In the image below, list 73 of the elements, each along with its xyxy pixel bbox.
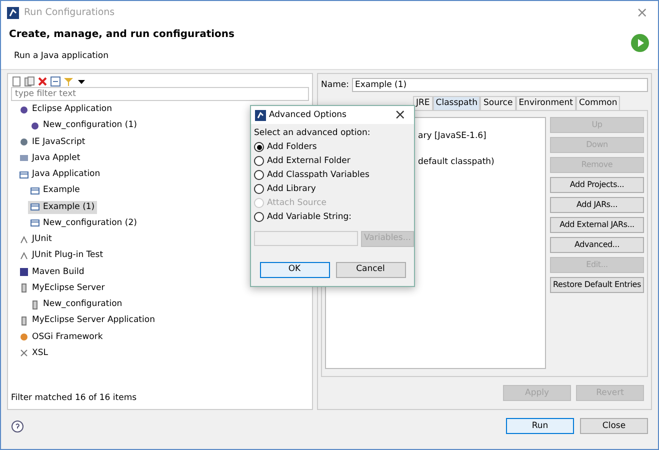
run-icon [255,110,266,120]
server-icon [30,300,40,310]
radio-option[interactable]: Add Variable String: [254,210,411,224]
radio-button[interactable] [254,212,264,222]
close-button[interactable]: × [632,6,652,20]
tree-item[interactable]: Example [28,184,82,198]
side-button[interactable]: Add JARs... [550,197,644,213]
tree-item[interactable]: Java Applet [17,152,82,165]
dialog-title: Advanced Options [269,108,346,122]
server-icon [19,316,29,326]
side-button[interactable]: Restore Default Entries [550,277,644,293]
window-icon [30,218,40,228]
radio-button[interactable] [254,170,264,180]
close-button[interactable]: Close [580,418,648,434]
name-field[interactable]: Example (1) [352,78,648,92]
close-button[interactable]: × [390,108,410,122]
header-subtitle: Run a Java application [14,50,110,63]
server-icon [19,283,29,294]
window-icon [30,202,40,212]
maven-icon [19,267,29,277]
classpath-entry[interactable]: default classpath) [418,156,545,182]
ok-button[interactable]: OK [260,262,330,278]
tree-item[interactable]: JUnit [17,233,54,246]
tab[interactable]: Environment [516,96,576,110]
dot-icon [19,104,29,114]
tree-item[interactable]: Java Application [17,168,102,181]
tab[interactable]: Source [480,96,516,110]
duplicate-icon[interactable] [24,76,35,86]
tree-item[interactable]: OSGi Framework [17,330,105,344]
header-title: Create, manage, and run configurations [9,28,234,42]
classpath-entry[interactable]: ary [JavaSE-1.6] [418,130,545,156]
window-icon [30,186,40,196]
dialog-prompt: Select an advanced option: [254,127,372,140]
name-label: Name: [321,78,349,92]
new-icon[interactable] [11,76,22,86]
radio-option[interactable]: Add Library [254,182,411,196]
run-button[interactable]: Run [506,418,574,434]
dot-icon [30,120,40,131]
tree-item[interactable]: JUnit Plug-in Test [17,249,106,262]
tree-item[interactable]: New_configuration [28,298,124,311]
tree-item[interactable]: MyEclipse Server [17,282,107,295]
tree-item[interactable]: Example (1) [28,200,97,214]
filter-field[interactable]: type filter text [11,87,309,101]
radio-option[interactable]: Add Classpath Variables [254,168,411,182]
play-icon [630,33,650,53]
tree-item[interactable]: New_configuration (1) [28,119,139,132]
side-button[interactable]: Add Projects... [550,177,644,193]
cancel-button[interactable]: Cancel [336,262,406,278]
tab[interactable]: JRE [413,96,433,110]
tree-item[interactable]: IE JavaScript [17,136,88,148]
window-title: Run Configurations [24,6,115,20]
tree-item[interactable]: New_configuration (2) [28,216,139,230]
radio-button[interactable] [254,184,264,194]
tab[interactable]: Common [576,96,620,110]
radio-option[interactable]: Add Folders [254,140,411,154]
side-button[interactable]: Advanced... [550,237,644,253]
collapse-icon[interactable] [50,76,61,86]
cross-icon [19,348,29,358]
tree-item[interactable]: MyEclipse Server Application [17,314,157,328]
applet-icon [19,153,29,164]
radio-button[interactable] [254,142,264,152]
filter-status: Filter matched 16 of 16 items [11,392,138,405]
radio-option[interactable]: Add External Folder [254,154,411,168]
help-icon [11,420,24,432]
tab[interactable]: Classpath [432,96,480,110]
tree-item[interactable]: Eclipse Application [17,103,114,116]
side-button[interactable]: Add External JARs... [550,217,644,233]
run-icon [7,7,19,19]
radio-button[interactable] [254,156,264,166]
window-icon [19,170,29,180]
tree-item[interactable]: XSL [17,346,50,360]
delete-icon[interactable] [37,76,48,86]
tree-item[interactable]: Maven Build [17,266,86,278]
